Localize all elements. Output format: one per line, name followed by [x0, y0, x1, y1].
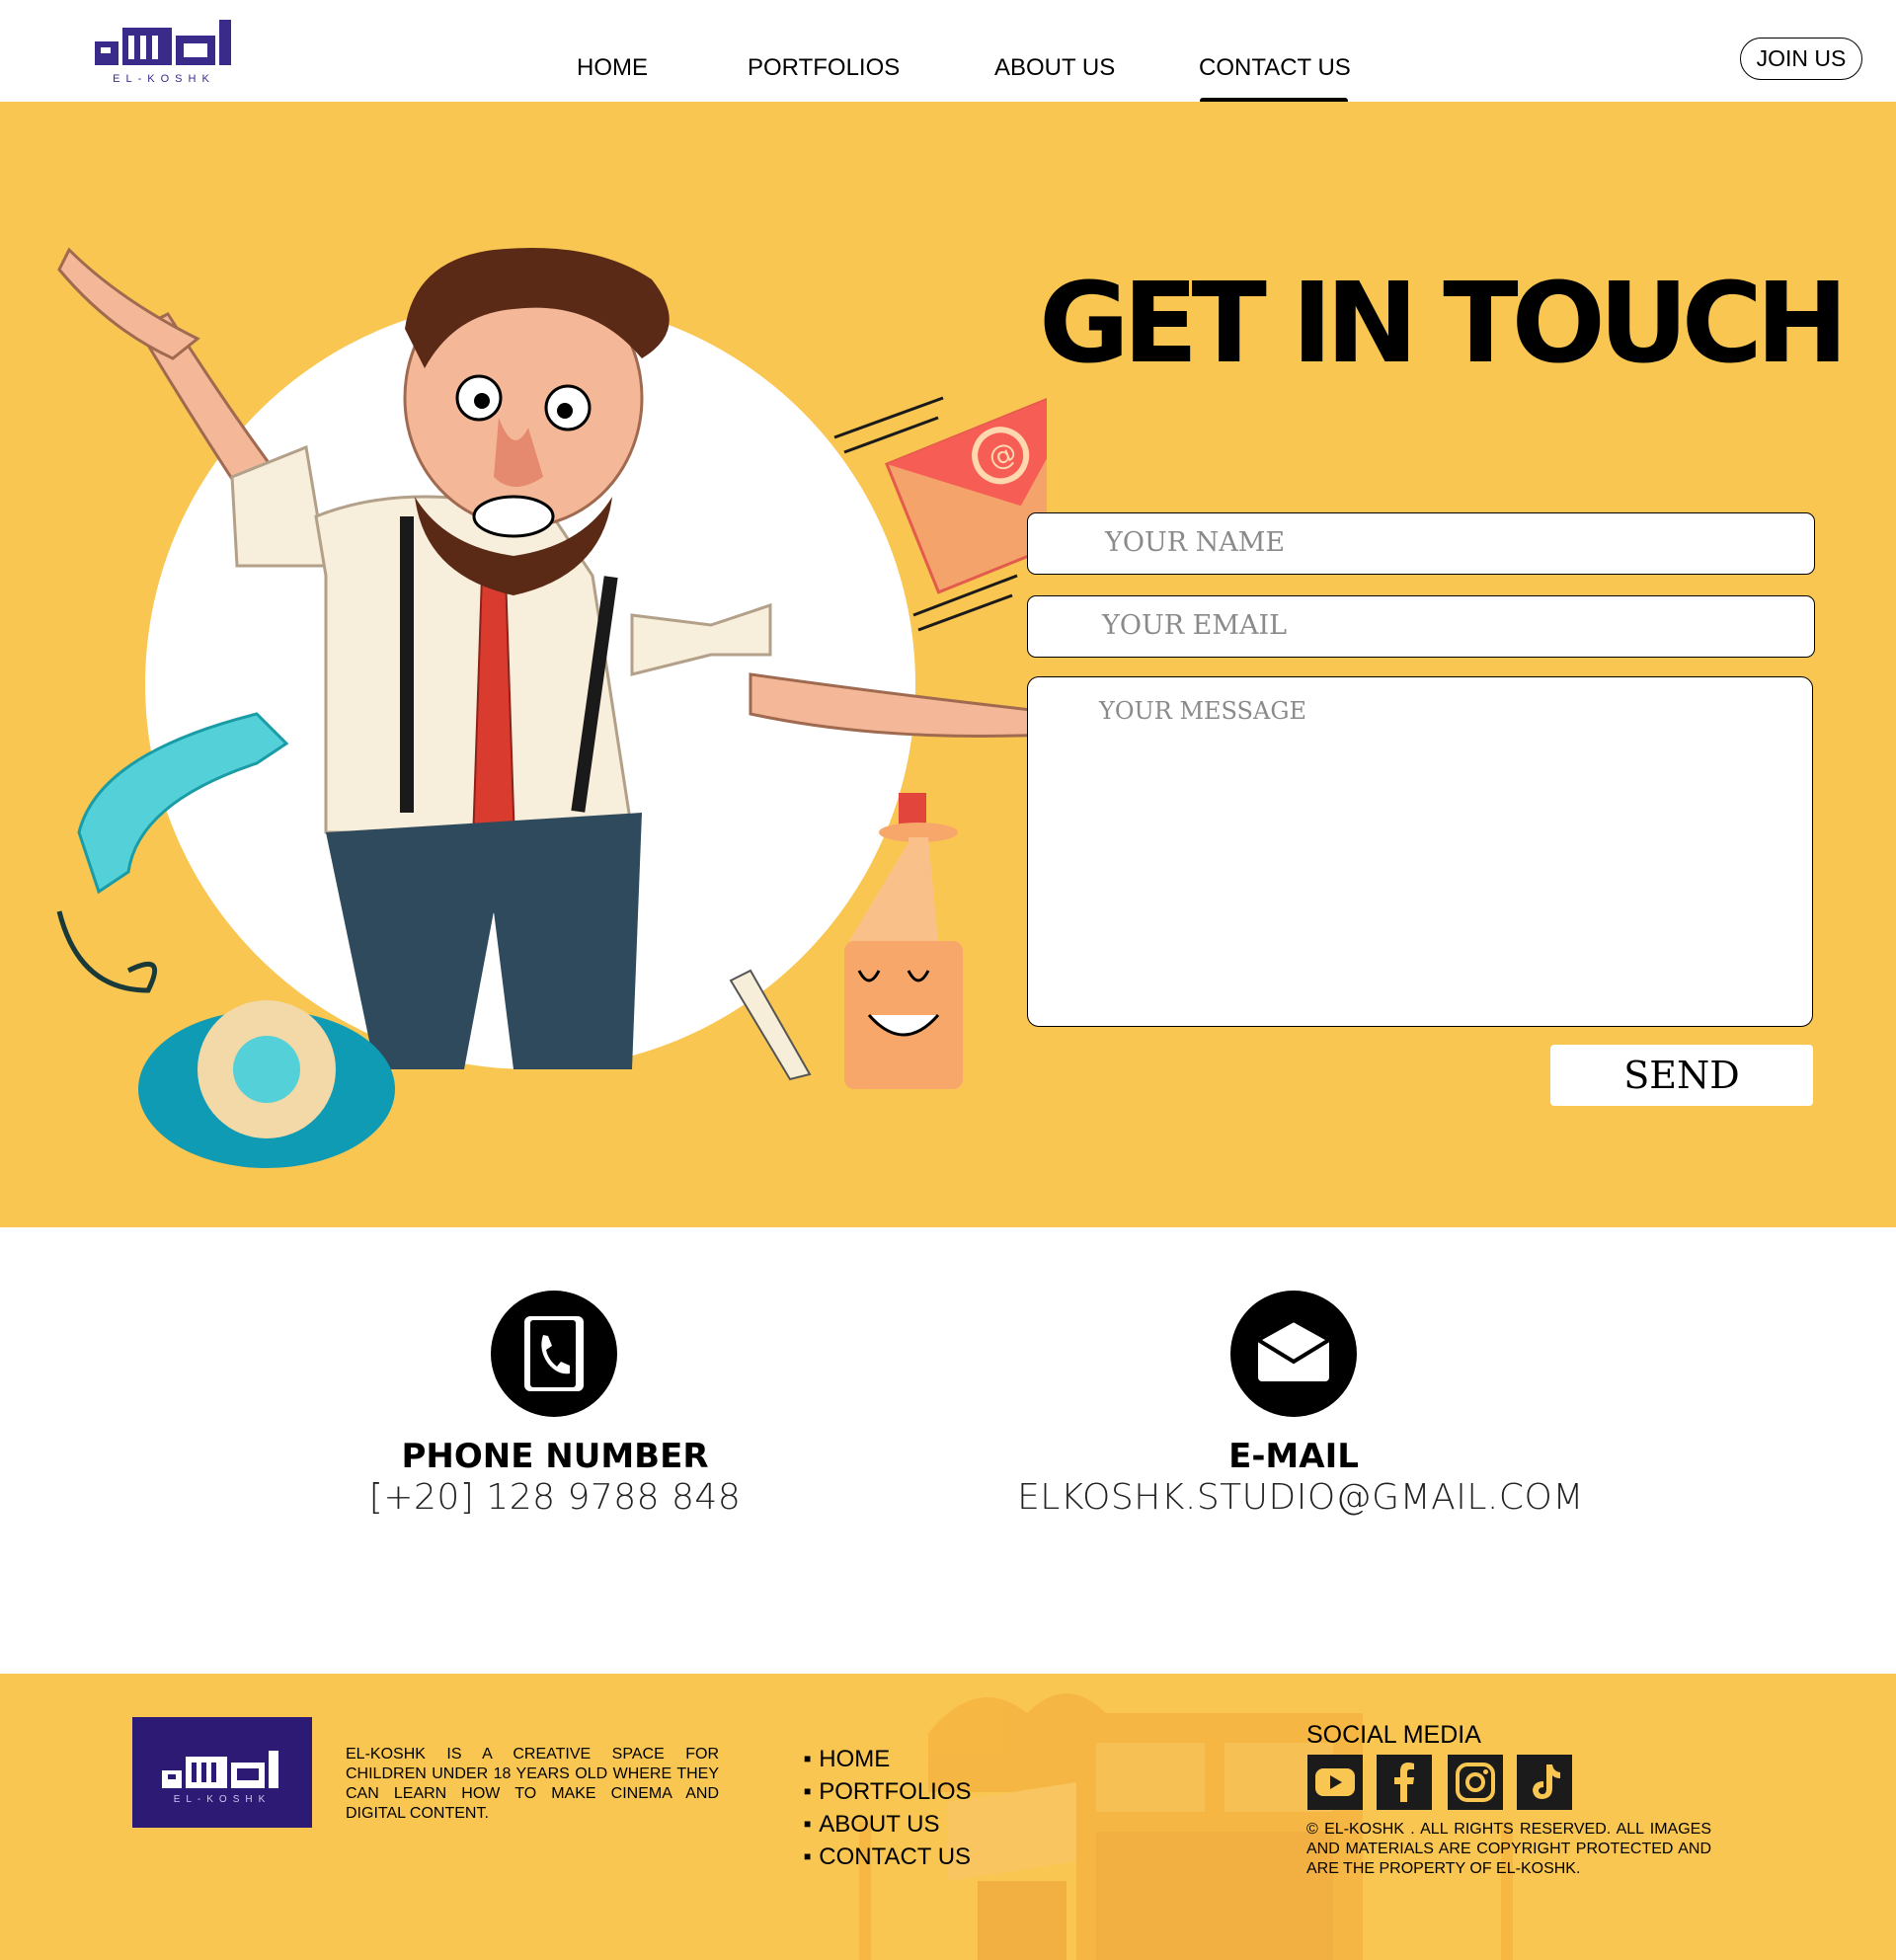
send-button[interactable]: SEND: [1550, 1045, 1813, 1106]
phone-value[interactable]: [+20] 128 9788 848: [209, 1477, 901, 1518]
logo-mark-icon: [95, 20, 231, 65]
nav-portfolios[interactable]: PORTFOLIOS: [748, 54, 900, 82]
email-value[interactable]: ELKOSHK.STUDIO@GMAIL.COM: [955, 1477, 1646, 1518]
footer-links: HOME PORTFOLIOS ABOUT US CONTACT US: [804, 1745, 972, 1875]
logo-text: EL-KOSHK: [113, 73, 215, 85]
nav-contact-us[interactable]: CONTACT US: [1199, 54, 1351, 82]
page-title: GET IN TOUCH: [1039, 260, 1849, 388]
phone-book-icon: [491, 1291, 617, 1417]
footer-link-about-us[interactable]: ABOUT US: [804, 1810, 972, 1842]
envelope-icon: [1230, 1291, 1357, 1417]
email-input[interactable]: YOUR EMAIL: [1027, 595, 1815, 658]
message-textarea[interactable]: YOUR MESSAGE: [1027, 676, 1813, 1027]
nav-about-us[interactable]: ABOUT US: [994, 54, 1115, 82]
footer-logo-text: EL-KOSHK: [173, 1794, 272, 1805]
top-navbar: EL-KOSHK HOME PORTFOLIOS ABOUT US CONTAC…: [0, 0, 1896, 104]
phone-label: PHONE NUMBER: [401, 1437, 709, 1476]
name-input[interactable]: YOUR NAME: [1027, 512, 1815, 575]
email-label: E-MAIL: [1228, 1437, 1359, 1476]
footer-logo-mark-icon: [162, 1751, 278, 1788]
facebook-icon[interactable]: [1377, 1755, 1432, 1810]
copyright-text: © EL-KOSHK . ALL RIGHTS RESERVED. ALL IM…: [1306, 1821, 1711, 1877]
social-media-heading: SOCIAL MEDIA: [1306, 1721, 1481, 1749]
youtube-icon[interactable]: [1307, 1755, 1363, 1810]
footer-link-home[interactable]: HOME: [804, 1745, 972, 1777]
tiktok-icon[interactable]: [1517, 1755, 1572, 1810]
footer-link-portfolios[interactable]: PORTFOLIOS: [804, 1777, 971, 1810]
contact-hero-section: @ GET IN TOUCH YOUR NAME YOUR EMAIL YOUR…: [0, 102, 1896, 1227]
footer-link-contact-us[interactable]: CONTACT US: [804, 1842, 972, 1875]
site-footer: EL-KOSHK EL-KOSHK IS A CREATIVE SPACE FO…: [0, 1674, 1896, 1960]
nav-home[interactable]: HOME: [577, 54, 648, 82]
footer-about-text: EL-KOSHK IS A CREATIVE SPACE FOR CHILDRE…: [346, 1746, 719, 1822]
join-us-button[interactable]: JOIN US: [1740, 38, 1862, 80]
footer-logo[interactable]: EL-KOSHK: [132, 1717, 312, 1828]
instagram-icon[interactable]: [1448, 1755, 1503, 1810]
site-logo[interactable]: EL-KOSHK: [93, 18, 233, 89]
cartoon-character-illustration: @: [56, 247, 1047, 1168]
